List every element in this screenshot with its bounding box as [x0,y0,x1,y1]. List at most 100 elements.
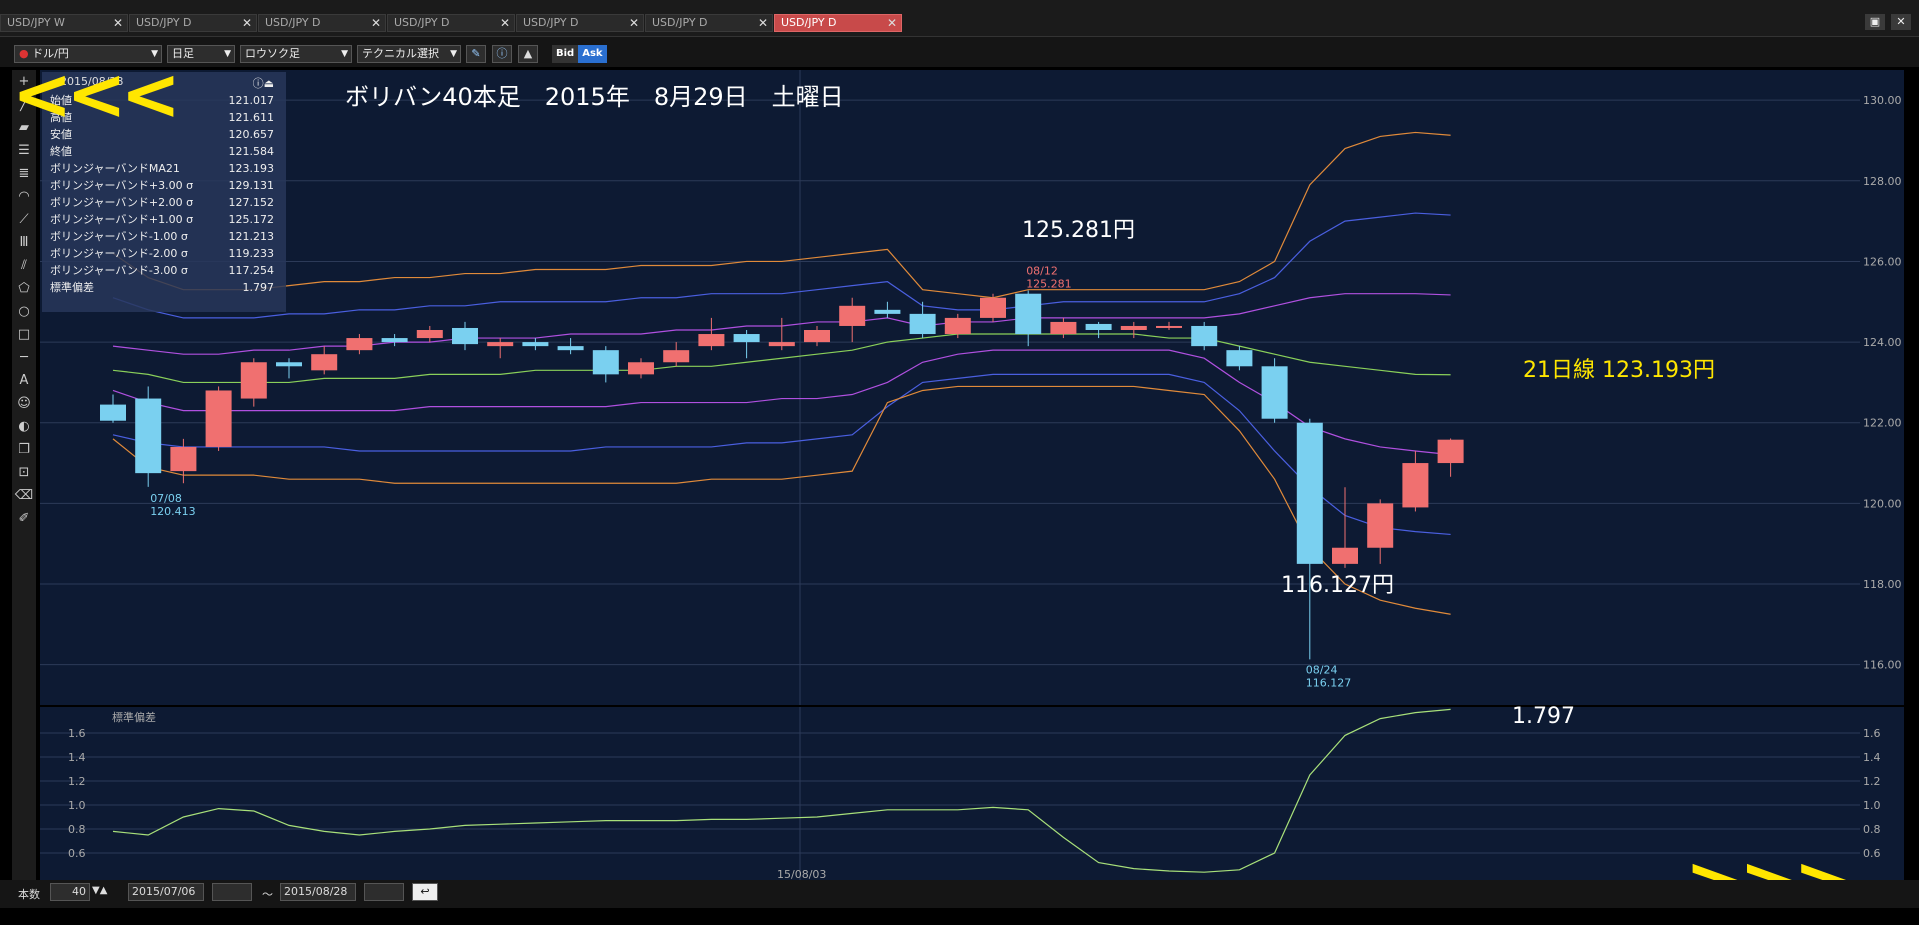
maximize-icon[interactable]: ▣ [1865,14,1885,30]
candle[interactable] [698,317,725,351]
candle[interactable] [980,293,1006,322]
stdev-chart[interactable]: 0.6 0.6 0.8 0.8 1.0 1.0 1.2 1.2 1.4 1.4 1.6 1.6 標準偏差… [40,707,1904,882]
tab-label: USD/JPY D [523,16,579,29]
candle[interactable] [1085,321,1112,339]
tab-strip: USD/JPY W ✕ USD/JPY D ✕ USD/JPY D ✕ USD/JPY D ✕… [0,14,903,32]
chart-area-icon[interactable]: ▲ [518,45,538,63]
candle[interactable] [311,346,338,375]
close-tab-icon[interactable]: ✕ [242,15,252,31]
info-icon[interactable]: ⓘ [492,45,512,63]
rectangle-icon[interactable]: □ [13,324,35,346]
candle[interactable] [487,338,514,359]
to-time-input[interactable] [364,883,404,901]
channel-icon[interactable]: ⫽ [13,255,35,277]
close-tab-icon[interactable]: ✕ [758,15,768,31]
candle[interactable] [416,325,443,343]
count-stepper-icon[interactable]: ▼▲ [92,885,107,896]
text-icon[interactable]: A [13,370,35,392]
candle[interactable] [1296,418,1323,660]
horizontal-lines-icon[interactable]: ☰ [13,140,35,162]
tab-6[interactable]: USD/JPY D ✕ [774,14,902,32]
apply-range-button[interactable]: ↩ [412,883,438,901]
candlestick-chart[interactable]: 116.00 118.00 120.00 122.00 124.00 126.00 128.… [40,70,1904,705]
candle-body [944,317,971,335]
tab-0[interactable]: USD/JPY W ✕ [0,14,128,32]
close-tab-icon[interactable]: ✕ [113,15,123,31]
candle-body [1296,422,1323,564]
magnet-icon[interactable]: ◐ [13,416,35,438]
candle[interactable] [1226,346,1253,371]
candle[interactable] [205,386,232,451]
candle[interactable] [1191,321,1218,351]
main-chart[interactable]: 116.00 118.00 120.00 122.00 124.00 126.00 128.… [40,70,1904,705]
candle[interactable] [592,346,619,383]
tab-2[interactable]: USD/JPY D ✕ [258,14,386,32]
eraser-icon[interactable]: ⌫ [13,485,35,507]
chevron-down-icon: ▼ [224,49,231,59]
close-tab-icon[interactable]: ✕ [500,15,510,31]
tab-4[interactable]: USD/JPY D ✕ [516,14,644,32]
bid-button[interactable]: Bid [552,45,579,63]
candle[interactable] [1050,317,1077,339]
info-row: ボリンジャーバンドMA21 123.193 [42,160,286,177]
fibonacci-icon[interactable]: ≣ [13,163,35,185]
candle[interactable] [1367,499,1394,564]
bid-ask-toggle[interactable]: Bid Ask [552,45,607,63]
candle[interactable] [1332,487,1358,568]
candle[interactable] [346,334,373,355]
candle-body [487,342,514,347]
fan-icon[interactable]: ⟋ [13,209,35,231]
eraser-all-icon[interactable]: ✐ [13,508,35,530]
candle[interactable] [1261,358,1288,423]
candle[interactable] [100,394,126,423]
tab-1[interactable]: USD/JPY D ✕ [129,14,257,32]
candle[interactable] [839,297,866,343]
candle[interactable] [522,338,549,351]
technical-select[interactable]: テクニカル選択 ▼ [357,45,461,63]
arc-icon[interactable]: ◠ [13,186,35,208]
candle[interactable] [804,325,830,347]
from-date-input[interactable]: 2015/07/06 [128,883,204,901]
emoji-icon[interactable]: ☺ [13,393,35,415]
close-tab-icon[interactable]: ✕ [887,15,897,31]
vertical-lines-icon[interactable]: Ⅲ [13,232,35,254]
from-time-input[interactable] [212,883,252,901]
tab-label: USD/JPY D [781,16,837,29]
candle[interactable] [135,386,162,487]
candle[interactable] [381,334,408,347]
candle[interactable] [1437,438,1464,477]
candle[interactable] [240,358,267,407]
stdev-annotation: 1.797 [1512,704,1575,729]
copy-icon[interactable]: ❐ [13,439,35,461]
candle[interactable] [276,358,302,379]
pencil-icon[interactable]: ✎ [466,45,486,63]
pentagon-icon[interactable]: ⬠ [13,278,35,300]
candle[interactable] [733,330,760,359]
stdev-plot[interactable]: 0.6 0.6 0.8 0.8 1.0 1.0 1.2 1.2 1.4 1.4 1.6 1.6 標準偏差… [40,707,1904,882]
close-tab-icon[interactable]: ✕ [629,15,639,31]
band-upper3 [112,131,1451,299]
candle[interactable] [874,301,901,318]
tab-3[interactable]: USD/JPY D ✕ [387,14,515,32]
back-arrows[interactable]: <<< [12,52,181,136]
close-tab-icon[interactable]: ✕ [371,15,381,31]
candle[interactable] [557,338,584,355]
tab-5[interactable]: USD/JPY D ✕ [645,14,773,32]
ask-button[interactable]: Ask [578,45,607,63]
horizontal-line-icon[interactable]: ─ [13,347,35,369]
chart-type-select[interactable]: ロウソク足 ▼ [240,45,352,63]
candle[interactable] [452,321,478,351]
circle-icon[interactable]: ○ [13,301,35,323]
candle[interactable] [628,358,654,379]
candle[interactable] [1402,450,1429,512]
lock-icon[interactable]: ⊡ [13,462,35,484]
close-icon[interactable]: ✕ [1891,14,1911,30]
candle[interactable] [1015,290,1042,347]
info-toggle-icon[interactable]: ⓘ⏏ [253,75,274,91]
timeframe-select[interactable]: 日足 ▼ [167,45,235,63]
candle[interactable] [1156,321,1182,330]
count-input[interactable]: 40 [50,883,90,901]
candle[interactable] [768,317,795,351]
to-date-input[interactable]: 2015/08/28 [280,883,356,901]
candle[interactable] [663,342,690,367]
